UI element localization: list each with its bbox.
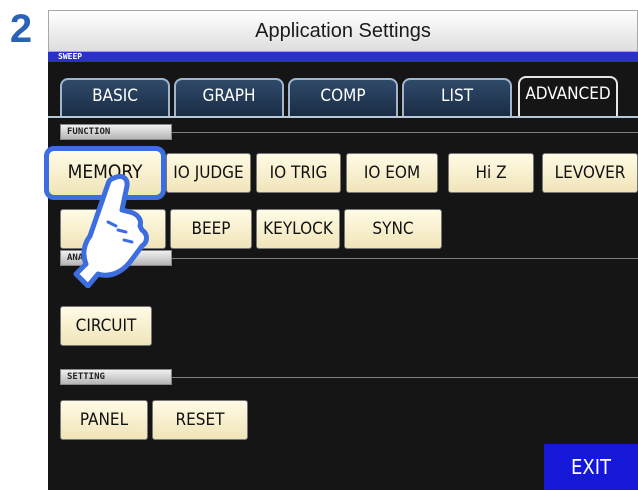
tab-basic[interactable]: BASIC [60,78,170,116]
beep-button[interactable]: BEEP [170,209,252,249]
panel-button[interactable]: PANEL [60,400,148,440]
mode-indicator: SWEEP [48,52,638,62]
tab-divider [48,116,638,118]
pointing-hand-icon [73,173,149,288]
reset-button[interactable]: RESET [152,400,248,440]
tab-advanced[interactable]: ADVANCED [518,76,618,118]
sync-button[interactable]: SYNC [344,209,442,249]
tab-graph[interactable]: GRAPH [174,78,284,116]
step-number: 2 [9,7,33,51]
setting-section-header: SETTING [60,369,172,385]
instrument-screen: Application Settings SWEEP BASIC GRAPH C… [44,10,638,490]
setting-section-divider [172,377,638,378]
io-judge-button[interactable]: IO JUDGE [166,153,251,193]
circuit-button[interactable]: CIRCUIT [60,306,152,346]
tab-bar: BASIC GRAPH COMP LIST ADVANCED [48,62,638,118]
exit-button[interactable]: EXIT [544,444,638,490]
analysis-section-divider [172,258,638,259]
levover-button[interactable]: LEVOVER [542,153,638,193]
window-title: Application Settings [48,10,638,52]
function-section-divider [172,132,638,133]
io-eom-button[interactable]: IO EOM [346,153,438,193]
hi-z-button[interactable]: Hi Z [448,153,534,193]
tab-comp[interactable]: COMP [288,78,398,116]
keylock-button[interactable]: KEYLOCK [256,209,340,249]
io-trig-button[interactable]: IO TRIG [256,153,341,193]
tab-list[interactable]: LIST [402,78,512,116]
function-section-header: FUNCTION [60,124,172,140]
